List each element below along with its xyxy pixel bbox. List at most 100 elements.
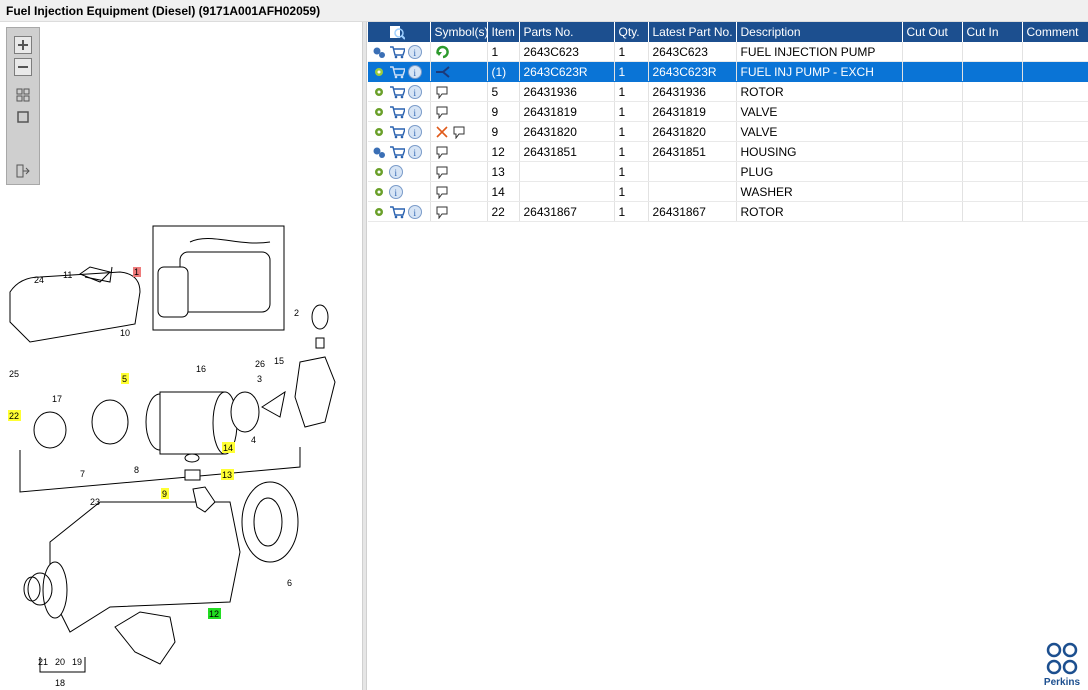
info-icon[interactable]: i [408,64,422,79]
table-row[interactable]: i 14 1 WASHER [368,181,1088,202]
header-description[interactable]: Description [736,22,903,42]
governor-part[interactable] [33,411,67,449]
row-description: ROTOR [736,81,903,102]
callout-21[interactable]: 21 [38,657,48,667]
fit-to-window-button[interactable] [14,86,32,104]
callout-12[interactable]: 12 [209,609,219,619]
callout-13[interactable]: 13 [222,470,232,480]
callout-14[interactable]: 14 [223,443,233,453]
cart-icon[interactable] [389,45,405,59]
gear-icon[interactable] [372,65,386,79]
callout-3[interactable]: 3 [257,374,262,384]
table-row[interactable]: i 9 26431820 1 26431820 VALVE [368,121,1088,142]
gear-icon[interactable] [372,205,386,219]
gears-icon[interactable] [372,145,386,159]
callout-6[interactable]: 6 [287,578,292,588]
callout-16[interactable]: 16 [196,364,206,374]
callout-5[interactable]: 5 [122,374,127,384]
gears-icon[interactable] [372,45,386,59]
zoom-out-button[interactable] [14,58,32,76]
info-icon[interactable]: i [408,84,422,99]
table-row[interactable]: i 1 2643C623 1 2643C623 FUEL INJECTION P… [368,42,1088,62]
callout-19[interactable]: 19 [72,657,82,667]
cart-icon[interactable] [389,65,405,79]
callout-8[interactable]: 8 [134,465,139,475]
housing-plate-15[interactable] [294,356,336,428]
callout-2[interactable]: 2 [294,308,299,318]
info-icon[interactable]: i [408,144,422,159]
callout-7[interactable]: 7 [80,469,85,479]
header-cut-in[interactable]: Cut In [962,22,1023,42]
info-icon[interactable]: i [389,164,403,179]
row-description: WASHER [736,181,903,202]
circlip-21[interactable] [23,576,41,602]
table-row-selected[interactable]: i (1) 2643C623R 1 2643C623R FUEL INJ PUM… [368,61,1088,82]
parts-list-pane: Symbol(s) Item Parts No. Qty. Latest Par… [367,22,1088,690]
actual-size-button[interactable] [14,108,32,126]
gear-icon[interactable] [372,185,386,199]
cart-icon[interactable] [389,85,405,99]
callout-20[interactable]: 20 [55,657,65,667]
header-comment[interactable]: Comment [1022,22,1088,42]
row-cut-out [902,42,963,62]
gear-icon[interactable] [372,85,386,99]
table-row[interactable]: i 22 26431867 1 26431867 ROTOR [368,201,1088,222]
row-latest: 26431851 [648,141,737,162]
cam-ring[interactable] [91,399,129,445]
header-icon-column[interactable] [368,22,431,42]
callout-24[interactable]: 24 [34,275,44,285]
row-actions: i [368,141,431,162]
callout-15[interactable]: 15 [274,356,284,366]
info-icon[interactable]: i [389,184,403,199]
info-icon[interactable]: i [408,124,422,139]
info-icon[interactable]: i [408,44,422,59]
callout-26[interactable]: 26 [255,359,265,369]
exploded-parts-diagram[interactable]: 1 2 3 4 5 6 7 8 9 10 11 12 13 14 15 16 1… [0,212,362,690]
gear-icon[interactable] [372,125,386,139]
callout-18[interactable]: 18 [55,678,65,688]
row-latest [648,161,737,182]
plug-13[interactable] [184,469,201,481]
diagram-pane[interactable]: 1 2 3 4 5 6 7 8 9 10 11 12 13 14 15 16 1… [0,22,362,690]
valve-part-2[interactable] [311,304,329,330]
header-item[interactable]: Item [487,22,520,42]
cart-icon[interactable] [389,145,405,159]
header-symbols[interactable]: Symbol(s) [430,22,488,42]
info-icon[interactable]: i [408,104,422,119]
cart-icon[interactable] [389,205,405,219]
row-parts-no: 26431820 [519,121,615,142]
info-icon[interactable]: i [408,204,422,219]
header-latest-part-no[interactable]: Latest Part No. [648,22,737,42]
table-row[interactable]: i 12 26431851 1 26431851 HOUSING [368,141,1088,162]
table-row[interactable]: i 5 26431936 1 26431936 ROTOR [368,81,1088,102]
header-cut-out[interactable]: Cut Out [902,22,963,42]
gear-icon[interactable] [372,105,386,119]
pump-body[interactable] [179,251,271,313]
cart-icon[interactable] [389,125,405,139]
callout-17[interactable]: 17 [52,394,62,404]
table-row[interactable]: i 13 1 PLUG [368,161,1088,182]
row-qty: 1 [614,161,649,182]
callout-11[interactable]: 11 [63,270,72,280]
header-parts-no[interactable]: Parts No. [519,22,615,42]
export-button[interactable] [14,162,32,180]
exchange-icon [435,66,450,78]
callout-25[interactable]: 25 [9,369,19,379]
callout-4[interactable]: 4 [251,435,256,445]
callout-10[interactable]: 10 [120,328,130,338]
callout-9[interactable]: 9 [162,489,167,499]
row-cut-out [902,101,963,122]
callout-23[interactable]: 23 [90,497,100,507]
cart-icon[interactable] [389,105,405,119]
header-qty[interactable]: Qty. [614,22,649,42]
row-actions: i [368,161,431,182]
washer-14[interactable] [184,453,200,463]
gear-icon[interactable] [372,165,386,179]
housing-12[interactable] [114,611,176,665]
callout-22[interactable]: 22 [9,411,19,421]
callout-1[interactable]: 1 [134,267,139,277]
drive-plate[interactable] [230,391,260,433]
table-row[interactable]: i 9 26431819 1 26431819 VALVE [368,101,1088,122]
row-symbols [430,121,488,142]
zoom-in-button[interactable] [14,36,32,54]
